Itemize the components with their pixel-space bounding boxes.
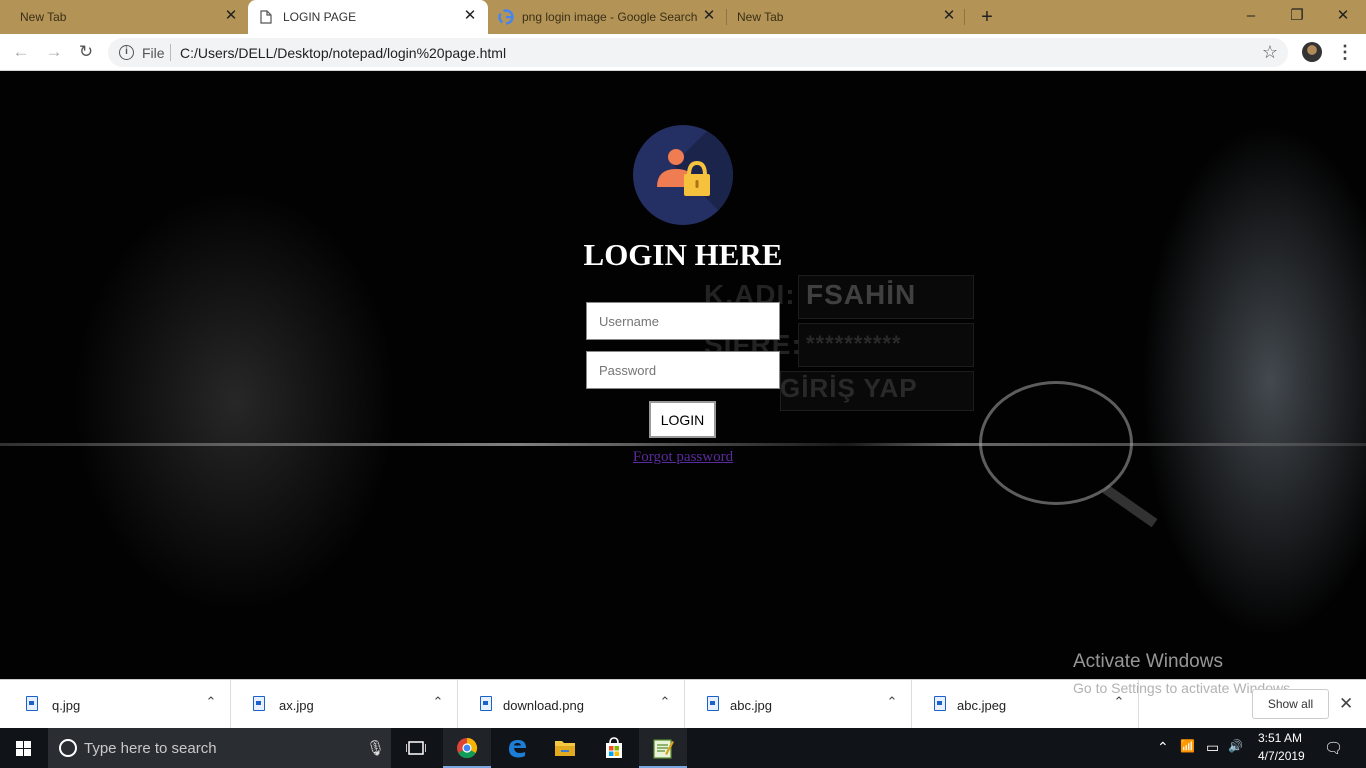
omnibox-divider <box>170 44 171 61</box>
new-tab-button[interactable]: + <box>976 6 998 28</box>
store-taskbar-button[interactable] <box>590 728 638 768</box>
bg-username-value: FSAHİN <box>806 279 917 310</box>
scan-line <box>0 443 1366 446</box>
address-bar[interactable]: i File C:/Users/DELL/Desktop/notepad/log… <box>108 38 1288 67</box>
scheme-label: File <box>142 45 165 61</box>
browser-toolbar: ← → ↻ i File C:/Users/DELL/Desktop/notep… <box>0 34 1366 71</box>
tab-close-icon[interactable]: ✕ <box>940 7 958 25</box>
file-explorer-taskbar-button[interactable] <box>541 728 589 768</box>
tab-strip: New Tab ✕ LOGIN PAGE ✕ png login image -… <box>0 0 1366 34</box>
tab-title: png login image - Google Search <box>522 10 698 24</box>
notifications-icon[interactable]: 🗨 <box>1324 739 1343 757</box>
windows-logo-icon <box>16 741 32 756</box>
chevron-up-icon[interactable]: ⌃ <box>431 694 445 709</box>
tab-separator <box>964 9 965 25</box>
tab-close-icon[interactable]: ✕ <box>461 7 479 25</box>
minimize-button[interactable]: – <box>1237 4 1265 28</box>
image-file-icon <box>934 696 946 711</box>
tab-close-icon[interactable]: ✕ <box>700 7 718 25</box>
tab-new-tab-2[interactable]: New Tab ✕ <box>727 0 965 34</box>
image-file-icon <box>26 696 38 711</box>
login-page: K.ADI: FSAHİN ŞİFRE: ********** GİRİŞ YA… <box>0 71 1366 679</box>
google-icon <box>498 9 514 25</box>
image-file-icon <box>253 696 265 711</box>
restore-button[interactable]: ❐ <box>1283 4 1311 28</box>
show-all-button[interactable]: Show all <box>1252 689 1329 719</box>
document-icon <box>260 10 272 24</box>
task-view-button[interactable] <box>392 728 440 768</box>
download-item[interactable]: download.png ⌃ <box>458 680 685 729</box>
bg-submit-label: GİRİŞ YAP <box>780 373 918 403</box>
login-logo <box>633 125 733 225</box>
image-file-icon <box>707 696 719 711</box>
password-input[interactable] <box>586 351 780 389</box>
login-heading: LOGIN HERE <box>583 237 783 272</box>
notepad-icon <box>653 739 674 759</box>
windows-taskbar: Type here to search 🎙 ⌃ 📶 ▭ 🔊 3:51 AM 4/… <box>0 728 1366 768</box>
taskbar-search[interactable]: Type here to search 🎙 <box>48 728 391 768</box>
close-download-bar-icon[interactable]: ✕ <box>1339 694 1353 714</box>
profile-avatar[interactable] <box>1302 42 1322 62</box>
tab-close-icon[interactable]: ✕ <box>222 7 240 25</box>
download-item[interactable]: q.jpg ⌃ <box>4 680 231 729</box>
bookmark-star-icon[interactable]: ☆ <box>1262 42 1278 63</box>
tab-google-search[interactable]: png login image - Google Search ✕ <box>488 0 726 34</box>
clock-date[interactable]: 4/7/2019 <box>1258 749 1305 763</box>
menu-dots-icon[interactable]: ⋮ <box>1336 40 1354 64</box>
image-file-icon <box>480 696 492 711</box>
tab-new-tab-1[interactable]: New Tab ✕ <box>0 0 248 34</box>
info-icon[interactable]: i <box>119 45 134 60</box>
forgot-password-link[interactable]: Forgot password <box>0 449 1366 466</box>
clock-time[interactable]: 3:51 AM <box>1258 731 1302 745</box>
download-item[interactable]: ax.jpg ⌃ <box>231 680 458 729</box>
chevron-up-icon[interactable]: ⌃ <box>885 694 899 709</box>
reload-button[interactable]: ↻ <box>74 41 98 63</box>
close-window-button[interactable]: ✕ <box>1329 4 1357 28</box>
chrome-taskbar-button[interactable] <box>443 728 491 768</box>
network-icon[interactable]: 📶 <box>1180 739 1195 753</box>
edge-taskbar-button[interactable] <box>492 728 540 768</box>
tray-chevron-icon[interactable]: ⌃ <box>1157 739 1169 756</box>
username-input[interactable] <box>586 302 780 340</box>
login-button[interactable]: LOGIN <box>649 401 716 438</box>
cortana-icon <box>59 739 77 757</box>
chevron-up-icon[interactable]: ⌃ <box>658 694 672 709</box>
download-bar: q.jpg ⌃ ax.jpg ⌃ download.png ⌃ abc.jpg … <box>0 679 1366 729</box>
notepad-taskbar-button[interactable] <box>639 728 687 768</box>
chevron-up-icon[interactable]: ⌃ <box>204 694 218 709</box>
volume-icon[interactable]: 🔊 <box>1228 739 1243 753</box>
tab-title: New Tab <box>20 10 67 24</box>
battery-icon[interactable]: ▭ <box>1206 739 1219 756</box>
tab-title: LOGIN PAGE <box>283 10 357 24</box>
start-button[interactable] <box>0 728 48 768</box>
forward-button[interactable]: → <box>42 41 66 63</box>
chevron-up-icon[interactable]: ⌃ <box>1112 694 1126 709</box>
bg-password-value: ********** <box>806 331 902 356</box>
task-view-icon <box>406 741 426 755</box>
store-bag-icon <box>606 737 622 758</box>
download-filename: download.png <box>503 698 584 713</box>
url-text[interactable]: C:/Users/DELL/Desktop/notepad/login%20pa… <box>180 45 506 61</box>
chrome-icon <box>457 737 478 759</box>
tab-title: New Tab <box>737 10 784 24</box>
tab-login-page[interactable]: LOGIN PAGE ✕ <box>248 0 488 34</box>
download-item[interactable]: abc.jpg ⌃ <box>685 680 912 729</box>
user-lock-icon <box>657 149 710 196</box>
download-filename: abc.jpg <box>730 698 772 713</box>
download-filename: q.jpg <box>52 698 81 713</box>
microphone-icon[interactable]: 🎙 <box>366 739 385 757</box>
magnifier-handle <box>1102 484 1158 528</box>
activate-windows-title: Activate Windows <box>1073 651 1223 672</box>
folder-icon <box>555 741 575 756</box>
search-placeholder: Type here to search <box>84 740 217 757</box>
back-button[interactable]: ← <box>9 41 33 63</box>
edge-icon <box>509 740 526 758</box>
download-filename: ax.jpg <box>279 698 314 713</box>
download-filename: abc.jpeg <box>957 698 1007 713</box>
